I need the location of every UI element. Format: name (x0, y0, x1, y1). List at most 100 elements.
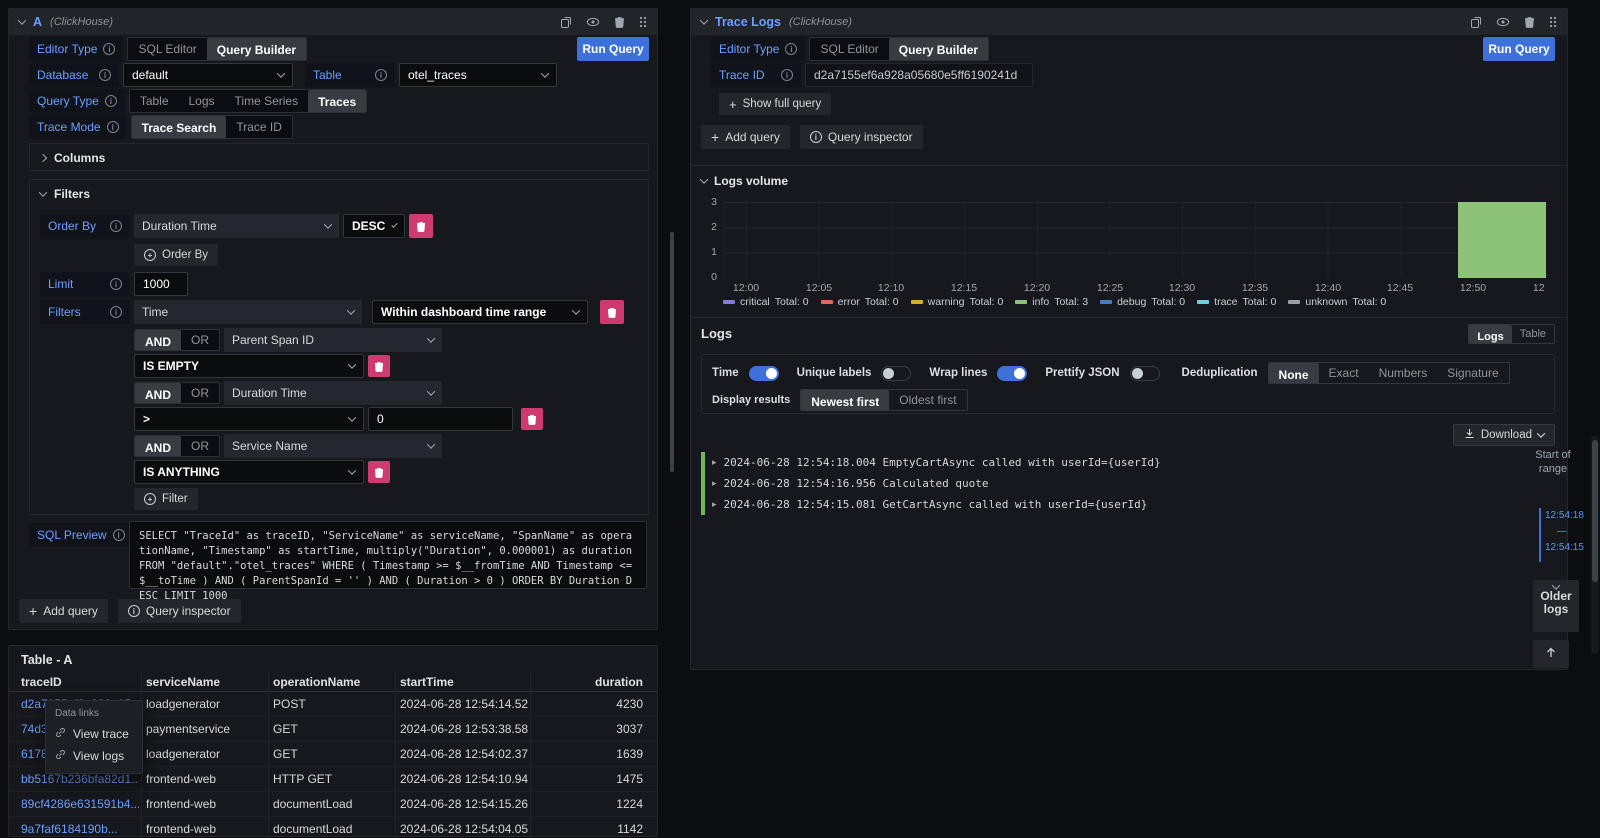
info-icon[interactable]: i (785, 43, 797, 55)
condition-operator-select[interactable]: IS EMPTY (134, 354, 364, 378)
option-trace-search[interactable]: Trace Search (132, 116, 227, 139)
option-sql-editor[interactable]: SQL Editor (810, 38, 888, 60)
option-or[interactable]: OR (181, 383, 219, 403)
add-order-by-button[interactable]: +Order By (134, 244, 218, 266)
download-button[interactable]: Download (1453, 424, 1555, 446)
legend-item[interactable]: errorTotal: 0 (821, 296, 899, 308)
collapse-chevron-icon[interactable] (18, 16, 26, 24)
info-icon[interactable]: i (781, 69, 793, 81)
info-icon[interactable]: i (105, 95, 117, 107)
remove-condition-button[interactable] (521, 408, 543, 430)
view-logs-menu-item[interactable]: View logs (46, 745, 142, 767)
option-newest-first[interactable]: Newest first (801, 390, 889, 411)
order-by-direction-select[interactable]: DESC (343, 214, 405, 238)
table-select[interactable]: otel_traces (399, 63, 557, 87)
trace-id-input[interactable] (805, 63, 1033, 87)
option-exact[interactable]: Exact (1319, 363, 1369, 383)
log-line[interactable]: ▸ 2024-06-28 12:54:18.004 EmptyCartAsync… (701, 452, 1487, 473)
order-by-field-select[interactable]: Duration Time (134, 214, 339, 238)
query-ref-id[interactable]: Trace Logs (715, 15, 781, 29)
info-icon[interactable]: i (113, 529, 125, 541)
option-numbers[interactable]: Numbers (1369, 363, 1438, 383)
show-full-query-button[interactable]: +Show full query (719, 93, 831, 115)
option-table-view[interactable]: Table (1512, 325, 1554, 343)
query-inspector-button[interactable]: iQuery inspector (800, 125, 923, 149)
filter-operator-select[interactable]: Within dashboard time range (372, 300, 588, 324)
info-icon[interactable]: i (110, 278, 122, 290)
option-query-builder[interactable]: Query Builder (889, 38, 988, 61)
column-header-servicename[interactable]: serviceName (146, 672, 264, 692)
run-query-button[interactable]: Run Query (1483, 37, 1555, 61)
option-logs-view[interactable]: Logs (1469, 325, 1511, 344)
filters-section-header[interactable]: Filters (30, 180, 648, 208)
option-and[interactable]: AND (135, 330, 181, 351)
logs-scrollbar-thumb[interactable] (1592, 440, 1598, 582)
log-line[interactable]: ▸ 2024-06-28 12:54:16.956 Calculated quo… (701, 473, 1487, 494)
add-query-button[interactable]: +Add query (19, 599, 108, 623)
delete-query-trash-icon[interactable] (614, 16, 625, 28)
condition-field-select[interactable]: Parent Span ID (224, 328, 442, 352)
legend-item[interactable]: debugTotal: 0 (1100, 296, 1185, 308)
collapse-chevron-icon[interactable] (700, 16, 708, 24)
condition-value-input[interactable] (368, 407, 513, 431)
legend-item[interactable]: warningTotal: 0 (911, 296, 1004, 308)
option-trace-id[interactable]: Trace ID (226, 116, 292, 138)
condition-field-select[interactable]: Duration Time (224, 381, 442, 405)
view-trace-menu-item[interactable]: View trace (46, 723, 142, 745)
option-oldest-first[interactable]: Oldest first (889, 390, 966, 410)
option-or[interactable]: OR (181, 436, 219, 456)
trace-id-link[interactable]: 89cf4286e631591b4... (21, 792, 139, 817)
trace-id-link[interactable]: 9a7faf6184190b... (21, 817, 139, 837)
option-logs[interactable]: Logs (179, 90, 225, 112)
scroll-to-top-button[interactable] (1533, 640, 1569, 668)
option-sql-editor[interactable]: SQL Editor (128, 38, 206, 60)
unique-labels-toggle[interactable] (881, 366, 911, 381)
option-signature[interactable]: Signature (1437, 363, 1508, 383)
info-icon[interactable]: i (107, 121, 119, 133)
drag-handle-icon[interactable] (639, 16, 647, 28)
duplicate-icon[interactable] (1470, 16, 1482, 29)
add-query-button[interactable]: +Add query (701, 125, 790, 149)
option-query-builder[interactable]: Query Builder (207, 38, 306, 61)
logs-volume-header[interactable]: Logs volume (701, 174, 788, 188)
legend-item[interactable]: infoTotal: 3 (1015, 296, 1088, 308)
editor-scrollbar[interactable] (670, 232, 674, 472)
remove-order-by-button[interactable] (409, 214, 433, 238)
option-time-series[interactable]: Time Series (225, 90, 309, 112)
legend-item[interactable]: traceTotal: 0 (1197, 296, 1276, 308)
info-icon[interactable]: i (103, 43, 115, 55)
legend-item[interactable]: unknownTotal: 0 (1288, 296, 1386, 308)
drag-handle-icon[interactable] (1549, 16, 1557, 28)
database-select[interactable]: default (123, 63, 293, 87)
column-header-operationname[interactable]: operationName (273, 672, 391, 692)
filter-field-select[interactable]: Time (134, 300, 362, 324)
wrap-lines-toggle[interactable] (997, 366, 1027, 381)
column-header-starttime[interactable]: startTime (400, 672, 528, 692)
columns-section[interactable]: Columns (29, 143, 649, 171)
remove-condition-button[interactable] (368, 461, 390, 483)
query-ref-id[interactable]: A (33, 15, 42, 29)
option-and[interactable]: AND (135, 436, 181, 457)
add-filter-button[interactable]: +Filter (134, 488, 198, 510)
log-line[interactable]: ▸ 2024-06-28 12:54:15.081 GetCartAsync c… (701, 494, 1487, 515)
limit-input[interactable] (134, 272, 188, 296)
option-none[interactable]: None (1269, 363, 1319, 384)
hide-response-eye-icon[interactable] (1496, 17, 1510, 27)
info-icon[interactable]: i (375, 69, 387, 81)
remove-filter-button[interactable] (600, 300, 624, 324)
column-header-duration[interactable]: duration (532, 672, 643, 692)
info-icon[interactable]: i (99, 69, 111, 81)
run-query-button[interactable]: Run Query (577, 37, 649, 61)
condition-field-select[interactable]: Service Name (224, 434, 442, 458)
option-and[interactable]: AND (135, 383, 181, 404)
older-logs-button[interactable]: Older logs (1533, 580, 1579, 632)
condition-operator-select[interactable]: > (134, 407, 364, 431)
column-header-traceid[interactable]: traceID (21, 672, 139, 692)
query-inspector-button[interactable]: iQuery inspector (118, 599, 241, 623)
hide-response-eye-icon[interactable] (586, 17, 600, 27)
time-toggle[interactable] (749, 366, 779, 381)
legend-item[interactable]: criticalTotal: 0 (723, 296, 809, 308)
condition-operator-select[interactable]: IS ANYTHING (134, 460, 364, 484)
info-icon[interactable]: i (110, 306, 122, 318)
info-icon[interactable]: i (110, 220, 122, 232)
